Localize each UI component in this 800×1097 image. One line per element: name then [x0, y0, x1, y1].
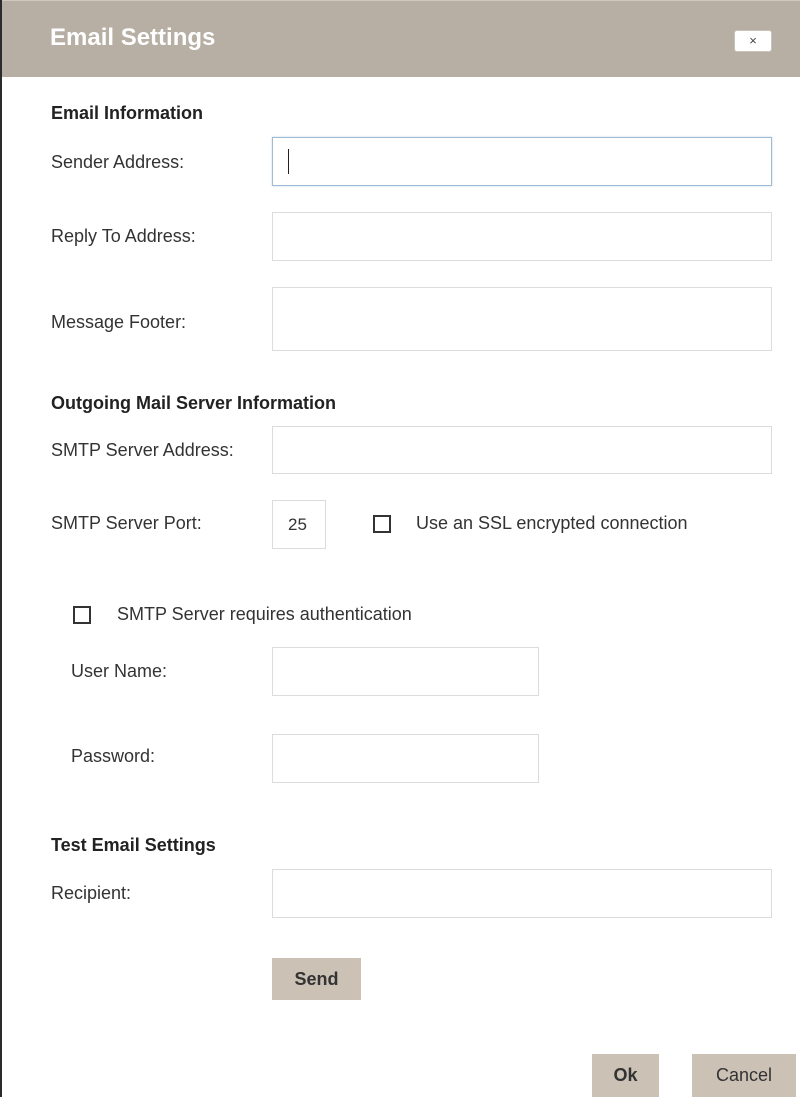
ssl-checkbox-label: Use an SSL encrypted connection: [416, 513, 688, 533]
smtp-server-address-input[interactable]: [272, 426, 772, 474]
send-button[interactable]: Send: [272, 958, 361, 1000]
dialog-titlebar: Email Settings ×: [2, 0, 800, 77]
test-email-settings-heading: Test Email Settings: [51, 835, 216, 855]
email-settings-dialog: Email Settings × Email Information Sende…: [0, 0, 800, 1097]
smtp-server-address-label: SMTP Server Address:: [51, 440, 234, 460]
dialog-title: Email Settings: [50, 24, 216, 51]
smtp-server-port-label: SMTP Server Port:: [51, 513, 202, 533]
sender-address-label: Sender Address:: [51, 152, 185, 172]
smtp-server-port-input[interactable]: [272, 500, 326, 549]
message-footer-label: Message Footer:: [51, 312, 187, 332]
reply-to-address-label: Reply To Address:: [51, 226, 196, 246]
recipient-input[interactable]: [272, 869, 772, 918]
sender-address-input[interactable]: [272, 137, 772, 186]
message-footer-input[interactable]: [272, 287, 772, 351]
ok-button[interactable]: Ok: [592, 1054, 659, 1097]
password-label: Password:: [71, 746, 156, 766]
recipient-label: Recipient:: [51, 883, 132, 903]
smtp-auth-checkbox-label: SMTP Server requires authentication: [117, 604, 412, 624]
ssl-checkbox[interactable]: [373, 515, 391, 533]
close-icon: ×: [749, 33, 757, 48]
user-name-input[interactable]: [272, 647, 539, 696]
reply-to-address-input[interactable]: [272, 212, 772, 261]
cancel-button[interactable]: Cancel: [692, 1054, 796, 1097]
text-caret: [288, 149, 289, 174]
email-information-heading: Email Information: [51, 103, 204, 123]
password-input[interactable]: [272, 734, 539, 783]
user-name-label: User Name:: [71, 661, 168, 681]
close-button[interactable]: ×: [734, 30, 772, 52]
smtp-auth-checkbox[interactable]: [73, 606, 91, 624]
outgoing-mail-server-heading: Outgoing Mail Server Information: [51, 393, 337, 413]
